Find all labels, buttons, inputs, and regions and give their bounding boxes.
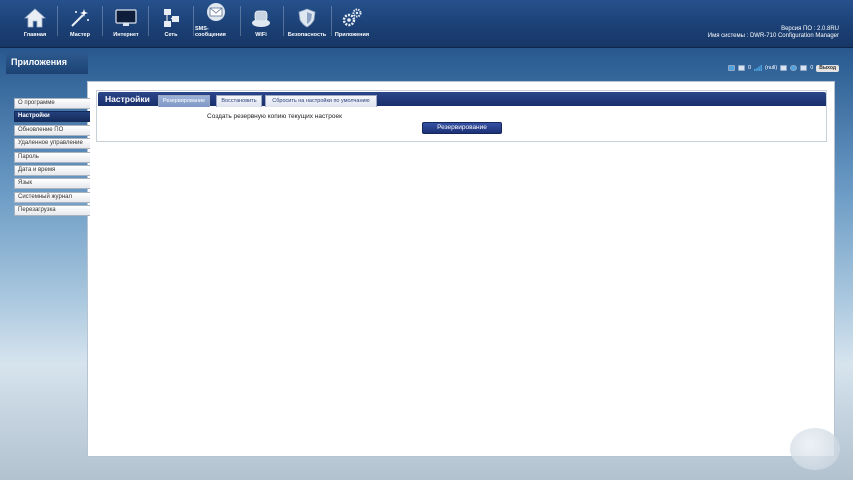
network-icon [159, 7, 183, 29]
wifi-clients-icon [800, 65, 808, 71]
signal-operator: (null) [765, 65, 778, 71]
nav-separator [331, 6, 332, 36]
top-navigation-bar: Главная Мастер Интернет Сеть SMS-сообщен… [0, 0, 853, 48]
nav-sms[interactable]: SMS-сообщения [195, 0, 237, 44]
nav-wizard[interactable]: Мастер [63, 0, 97, 44]
sms-count: 0 [747, 65, 751, 71]
globe-icon [790, 65, 798, 71]
backup-description: Создать резервную копию текущих настроек [207, 113, 342, 120]
backup-button[interactable]: Резервирование [422, 122, 502, 134]
gears-icon [340, 7, 364, 29]
tab-restore[interactable]: Восстановить [216, 95, 262, 107]
nav-network-label: Сеть [164, 32, 178, 38]
envelope-icon [204, 1, 228, 23]
nav-security[interactable]: Безопасность [286, 0, 328, 44]
wizard-icon [68, 7, 92, 29]
nav-applications[interactable]: Приложения [334, 0, 370, 44]
status-bar: 0 (null) 0 Выход [727, 63, 839, 73]
firmware-version: Версия ПО : 2.0.8RU [781, 26, 839, 32]
router-icon [249, 7, 273, 29]
watermark-logo [790, 428, 840, 470]
monitor-icon [114, 7, 138, 29]
nav-network[interactable]: Сеть [154, 0, 188, 44]
nav-wifi-label: WiFi [255, 32, 267, 38]
sidebar-item-settings[interactable]: Настройки [14, 111, 90, 123]
system-info: Версия ПО : 2.0.8RU Имя системы : DWR-71… [708, 26, 839, 40]
shield-icon [295, 7, 319, 29]
nav-separator [240, 6, 241, 36]
sidebar-item-language[interactable]: Язык [14, 178, 90, 190]
nav-separator [102, 6, 103, 36]
nav-separator [283, 6, 284, 36]
nav-separator [148, 6, 149, 36]
tab-backup[interactable]: Резервирование [158, 95, 210, 107]
nav-home-label: Главная [23, 32, 47, 38]
nav-home[interactable]: Главная [18, 0, 52, 44]
system-name: Имя системы : DWR-710 Configuration Mana… [707, 33, 839, 39]
wifi-clients-count: 0 [810, 65, 814, 71]
sidebar-item-password[interactable]: Пароль [14, 151, 90, 163]
panel-header: Настройки Резервирование Восстановить Сб… [98, 92, 826, 107]
nav-separator [57, 6, 58, 36]
sidebar-item-system-log[interactable]: Системный журнал [14, 191, 90, 203]
tab-factory-reset[interactable]: Сбросить на настройки по умолчанию [265, 95, 377, 107]
sidebar-item-remote-management[interactable]: Удаленное управление [14, 138, 90, 150]
section-title: Приложения [6, 52, 88, 74]
sidebar: О программе Настройки Обновление ПО Удал… [14, 98, 90, 219]
nav-security-label: Безопасность [287, 32, 327, 38]
network-status-icon [727, 65, 735, 71]
connection-icon [780, 65, 788, 71]
sidebar-item-firmware-update[interactable]: Обновление ПО [14, 124, 90, 136]
signal-icon [754, 65, 762, 71]
panel-title: Настройки [105, 94, 150, 104]
sidebar-item-about[interactable]: О программе [14, 98, 90, 109]
nav-sms-label: SMS-сообщения [195, 26, 226, 38]
nav-separator [193, 6, 194, 36]
logout-button[interactable]: Выход [816, 64, 839, 72]
nav-wifi[interactable]: WiFi [246, 0, 276, 44]
sidebar-item-date-time[interactable]: Дата и время [14, 164, 90, 176]
nav-internet-label: Интернет [113, 32, 139, 38]
nav-applications-label: Приложения [334, 32, 370, 38]
home-icon [23, 7, 47, 29]
settings-panel: Настройки Резервирование Восстановить Сб… [96, 90, 827, 142]
nav-wizard-label: Мастер [70, 32, 90, 38]
sms-status-icon [737, 65, 745, 71]
nav-internet[interactable]: Интернет [108, 0, 144, 44]
sidebar-item-reboot[interactable]: Перезагрузка [14, 205, 90, 217]
